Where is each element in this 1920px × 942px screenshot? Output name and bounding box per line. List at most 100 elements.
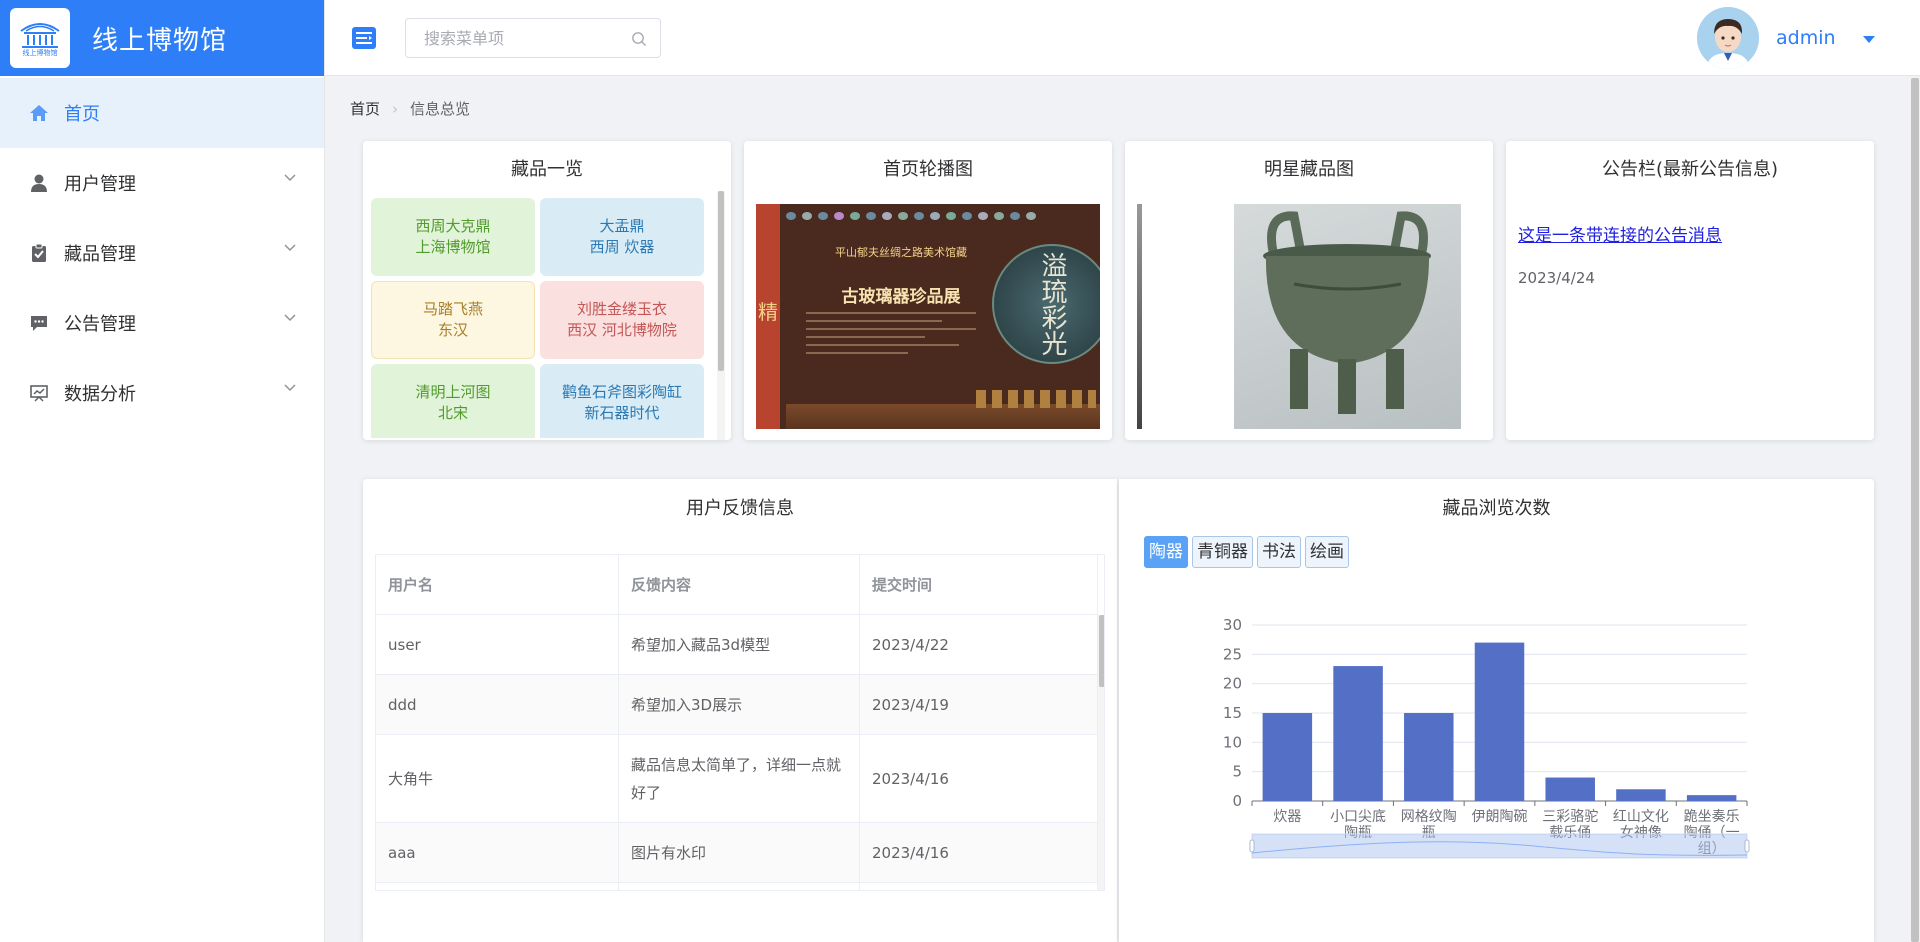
tile-detail: 新石器时代 <box>584 404 660 422</box>
tile-detail: 北宋 <box>437 404 468 422</box>
search-icon[interactable] <box>631 31 647 47</box>
card-title: 公告栏(最新公告信息) <box>1601 159 1779 180</box>
collection-tile[interactable]: 西周大克鼎 上海博物馆 <box>371 198 535 276</box>
feedback-table: 用户名 反馈内容 提交时间 user 希望加入藏品3d模型 2023/4/22 … <box>375 554 1105 891</box>
y-tick-label: 30 <box>1223 619 1242 634</box>
user-menu[interactable]: admin <box>1776 27 1836 49</box>
banner-side-strip: 精 <box>756 204 780 429</box>
brand-bar: 线上博物馆 线上博物馆 <box>0 0 324 76</box>
cell-time: 2023/4/16 <box>860 823 1098 882</box>
sidebar-item-notices[interactable]: 公告管理 <box>0 288 324 358</box>
bar <box>1545 777 1595 801</box>
carousel-image[interactable]: 精 平山郁夫丝绸之路美术馆藏 古玻璃器珍品展 溢琉彩光 <box>756 204 1100 429</box>
cell-user: aaa <box>376 823 619 882</box>
banner-text-lines <box>806 312 976 372</box>
collections-card: 藏品一览 西周大克鼎 上海博物馆 大盂鼎 西周 炊器 马踏飞燕 东汉 刘胜金缕玉… <box>363 141 731 440</box>
star-collection-image[interactable] <box>1234 204 1461 429</box>
views-card: 藏品浏览次数 陶器 青铜器 书法 绘画 0 5 10 15 20 25 30 炊器 小口尖底 陶瓶… <box>1119 479 1874 942</box>
page-scrollbar[interactable] <box>1910 76 1920 942</box>
search-input[interactable] <box>405 18 661 58</box>
home-icon <box>28 102 50 124</box>
table-scrollbar[interactable] <box>1098 615 1104 890</box>
bar <box>1262 713 1313 801</box>
table-row[interactable]: 大角牛 藏品信息太简单了，详细一点就好了 2023/4/16 <box>376 735 1098 823</box>
caret-down-icon[interactable] <box>1863 36 1875 43</box>
y-tick-label: 25 <box>1223 645 1242 663</box>
collection-tile[interactable]: 清明上河图 北宋 <box>371 364 535 438</box>
museum-logo[interactable]: 线上博物馆 <box>10 8 70 68</box>
breadcrumb: 首页 › 信息总览 <box>350 98 470 119</box>
sidebar-item-users[interactable]: 用户管理 <box>0 148 324 218</box>
sidebar-item-collections[interactable]: 藏品管理 <box>0 218 324 288</box>
collection-tile[interactable]: 鹳鱼石斧图彩陶缸 新石器时代 <box>540 364 704 438</box>
tile-detail: 东汉 <box>437 321 468 339</box>
chevron-down-icon <box>284 174 296 182</box>
table-row[interactable]: user 希望加入藏品3d模型 2023/4/22 <box>376 615 1098 675</box>
cell-content: 藏品信息太简单了，详细一点就好了 <box>619 735 860 822</box>
x-tick-label: 三彩骆驼 <box>1542 808 1598 825</box>
bronze-ding-icon <box>1263 211 1431 414</box>
sidebar-item-label: 数据分析 <box>64 384 136 405</box>
data-zoom-handle-right <box>1744 839 1750 853</box>
breadcrumb-current: 信息总览 <box>410 100 471 118</box>
cell-content: 希望加入3D展示 <box>619 675 860 734</box>
cell-user: 大角牛 <box>376 735 619 822</box>
glass-items-row <box>786 212 1096 226</box>
cell-time: 2023/4/16 <box>860 735 1098 822</box>
bar <box>1333 666 1383 801</box>
camel-caravan <box>976 390 1096 408</box>
notice-date: 2023/4/24 <box>1518 269 1595 287</box>
column-header: 用户名 <box>376 555 619 614</box>
tile-detail: 西汉 河北博物院 <box>567 321 677 339</box>
data-zoom-handle-left <box>1249 839 1255 853</box>
y-tick-label: 20 <box>1223 675 1242 693</box>
collection-tile[interactable]: 大盂鼎 西周 炊器 <box>540 198 704 276</box>
sidebar-item-label: 首页 <box>64 104 100 125</box>
tab-painting[interactable]: 绘画 <box>1305 536 1349 568</box>
collection-tile[interactable]: 马踏飞燕 东汉 <box>371 281 535 359</box>
cell-user: user <box>376 615 619 674</box>
column-header: 提交时间 <box>860 555 1098 614</box>
card-title: 藏品一览 <box>511 159 583 180</box>
message-icon <box>28 312 50 334</box>
notice-card: 公告栏(最新公告信息) 这是一条带连接的公告消息 2023/4/24 <box>1506 141 1874 440</box>
tab-ceramics[interactable]: 陶器 <box>1144 536 1188 568</box>
top-header: admin <box>325 0 1920 76</box>
chart-icon <box>28 382 50 404</box>
y-tick-label: 10 <box>1223 733 1242 751</box>
collection-tile[interactable]: 刘胜金缕玉衣 西汉 河北博物院 <box>540 281 704 359</box>
feedback-card: 用户反馈信息 用户名 反馈内容 提交时间 user 希望加入藏品3d模型 202… <box>363 479 1117 942</box>
sidebar: 线上博物馆 线上博物馆 首页 用户管理 藏品管理 公告管理 数据分析 <box>0 0 325 942</box>
table-row[interactable]: aaa 图片有水印 2023/4/16 <box>376 823 1098 883</box>
clipboard-icon <box>28 242 50 264</box>
tile-name: 鹳鱼石斧图彩陶缸 <box>561 383 682 401</box>
x-tick-label: 网格纹陶 <box>1401 809 1457 825</box>
collections-scrollbar[interactable] <box>717 191 725 440</box>
tab-calligraphy[interactable]: 书法 <box>1257 536 1301 568</box>
y-tick-label: 15 <box>1223 704 1242 722</box>
y-tick-label: 5 <box>1232 763 1242 781</box>
card-title: 首页轮播图 <box>883 159 973 180</box>
avatar[interactable] <box>1697 7 1759 69</box>
x-tick-label: 伊朗陶碗 <box>1472 809 1528 825</box>
table-row[interactable] <box>376 883 1098 890</box>
notice-link[interactable]: 这是一条带连接的公告消息 <box>1518 221 1722 246</box>
chevron-down-icon <box>284 314 296 322</box>
y-tick-label: 0 <box>1232 792 1242 810</box>
user-icon <box>28 172 50 194</box>
sidebar-item-label: 用户管理 <box>64 174 136 195</box>
carousel-edge <box>1137 204 1142 429</box>
tab-bronze[interactable]: 青铜器 <box>1192 536 1253 568</box>
x-tick-label: 炊器 <box>1273 809 1301 825</box>
menu-collapse-icon[interactable] <box>352 27 376 49</box>
carousel-card: 首页轮播图 精 平山郁夫丝绸之路美术馆藏 古玻璃器珍品展 溢琉彩光 <box>744 141 1112 440</box>
tile-detail: 上海博物馆 <box>415 238 491 256</box>
breadcrumb-home[interactable]: 首页 <box>350 98 380 119</box>
tile-name: 清明上河图 <box>415 383 491 401</box>
sidebar-item-home[interactable]: 首页 <box>0 78 324 148</box>
star-collection-card: 明星藏品图 <box>1125 141 1493 440</box>
sidebar-item-analytics[interactable]: 数据分析 <box>0 358 324 428</box>
banner-title: 古玻璃器珍品展 <box>841 287 961 307</box>
table-row[interactable]: ddd 希望加入3D展示 2023/4/19 <box>376 675 1098 735</box>
glass-bowl-graphic: 溢琉彩光 <box>992 244 1100 364</box>
